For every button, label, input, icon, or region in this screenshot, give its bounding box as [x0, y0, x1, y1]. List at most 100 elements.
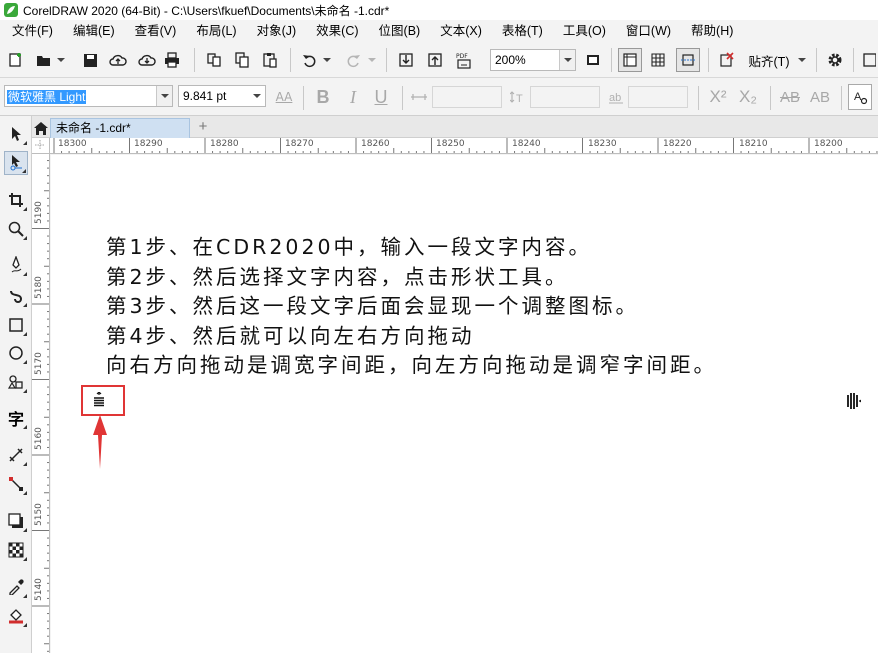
menu-bitmaps[interactable]: 位图(B) — [369, 20, 431, 42]
menu-layout[interactable]: 布局(L) — [186, 20, 246, 42]
chevron-down-icon[interactable] — [156, 86, 172, 106]
ruler-label: 5150 — [34, 503, 44, 526]
chevron-down-icon[interactable] — [559, 50, 575, 70]
chevron-down-icon[interactable] — [56, 54, 66, 66]
font-family-select[interactable]: 微软雅黑 Light — [4, 85, 173, 107]
copy-icon[interactable] — [232, 50, 252, 70]
text-line-5[interactable]: 向右方向拖动是调宽字间距，向左方向拖动是调窄字间距。 — [106, 351, 717, 381]
window-title: CorelDRAW 2020 (64-Bit) - C:\Users\fkuef… — [23, 3, 390, 18]
word-spacing-field[interactable] — [628, 86, 688, 108]
menu-file[interactable]: 文件(F) — [0, 20, 63, 42]
drop-shadow-icon[interactable] — [4, 509, 28, 533]
save-icon[interactable] — [80, 50, 100, 70]
connector-tool-icon[interactable] — [4, 472, 28, 496]
text-tool-icon[interactable]: 字 — [4, 406, 28, 430]
pick-tool-icon[interactable] — [4, 122, 28, 146]
menu-effects[interactable]: 效果(C) — [306, 20, 368, 42]
text-line-1[interactable]: 第1步、在CDR2020中，输入一段文字内容。 — [106, 233, 717, 263]
text-properties-icon[interactable]: A — [848, 84, 872, 110]
artistic-text-object[interactable]: 第1步、在CDR2020中，输入一段文字内容。 第2步、然后选择文字内容，点击形… — [106, 233, 717, 381]
superscript-button[interactable]: X² — [706, 86, 730, 108]
small-caps-button[interactable]: AB — [808, 86, 832, 108]
cloud-upload-icon[interactable] — [108, 50, 128, 70]
parallel-dimension-icon[interactable] — [4, 443, 28, 467]
redo-icon[interactable] — [343, 50, 363, 70]
cloud-download-icon[interactable] — [137, 50, 157, 70]
export-icon[interactable] — [425, 50, 445, 70]
toolbar-separator — [303, 86, 304, 110]
show-rulers-icon[interactable] — [618, 48, 642, 72]
chevron-down-icon[interactable] — [322, 54, 332, 66]
menu-view[interactable]: 查看(V) — [125, 20, 187, 42]
bold-button[interactable]: B — [312, 86, 334, 108]
artistic-media-icon[interactable] — [4, 284, 28, 308]
snap-to-button[interactable]: 贴齐(T) — [742, 50, 796, 70]
subscript-label: X₂ — [739, 87, 757, 106]
font-size-value: 9.841 pt — [183, 89, 227, 103]
ruler-label: 5170 — [34, 352, 44, 375]
ruler-label: 18220 — [663, 139, 692, 149]
add-tab-button[interactable]: + — [196, 119, 210, 134]
character-spacing-handle-icon[interactable] — [845, 392, 862, 410]
toolbar-separator — [194, 48, 195, 72]
font-size-select[interactable]: 9.841 pt — [178, 85, 266, 107]
char-spacing-field[interactable] — [432, 86, 502, 108]
subscript-button[interactable]: X₂ — [736, 86, 760, 108]
paste-icon[interactable] — [260, 50, 280, 70]
line-spacing-icon: T — [508, 88, 530, 106]
zoom-level-select[interactable]: 200% — [490, 49, 576, 71]
full-screen-preview-icon[interactable] — [583, 50, 603, 70]
shape-tool-icon[interactable] — [4, 151, 28, 175]
line-spacing-handle-icon[interactable] — [91, 391, 107, 408]
text-line-2[interactable]: 第2步、然后选择文字内容，点击形状工具。 — [106, 263, 717, 293]
launch-icon[interactable] — [860, 50, 878, 70]
publish-pdf-icon[interactable]: PDF — [454, 50, 476, 70]
crop-tool-icon[interactable] — [4, 188, 28, 212]
chevron-down-icon[interactable] — [797, 54, 807, 66]
print-icon[interactable] — [162, 50, 182, 70]
show-grid-icon[interactable] — [648, 50, 668, 70]
ruler-origin[interactable] — [32, 138, 50, 154]
line-spacing-field[interactable] — [530, 86, 600, 108]
menu-object[interactable]: 对象(J) — [247, 20, 307, 42]
gear-icon[interactable] — [824, 50, 846, 70]
menu-edit[interactable]: 编辑(E) — [63, 20, 125, 42]
freehand-tool-icon[interactable] — [4, 253, 28, 277]
ruler-label: 18240 — [512, 139, 541, 149]
chevron-down-icon[interactable] — [367, 54, 377, 66]
zoom-tool-icon[interactable] — [4, 217, 28, 241]
tab-document[interactable]: 未命名 -1.cdr* — [50, 118, 190, 138]
cut-icon[interactable] — [204, 50, 224, 70]
italic-button[interactable]: I — [342, 86, 364, 108]
new-document-icon[interactable] — [6, 50, 26, 70]
menu-help[interactable]: 帮助(H) — [681, 20, 743, 42]
fill-tool-icon[interactable] — [4, 604, 28, 628]
rectangle-tool-icon[interactable] — [4, 313, 28, 337]
eyedropper-icon[interactable] — [4, 575, 28, 599]
snap-off-icon[interactable] — [716, 50, 736, 70]
menu-text[interactable]: 文本(X) — [430, 20, 492, 42]
drawing-canvas[interactable]: 第1步、在CDR2020中，输入一段文字内容。 第2步、然后选择文字内容，点击形… — [51, 155, 878, 653]
horizontal-ruler[interactable]: 18300 18290 18280 18270 18260 18250 1824… — [50, 138, 878, 154]
menu-table[interactable]: 表格(T) — [492, 20, 553, 42]
font-list-options-icon[interactable]: AA — [272, 86, 296, 108]
transparency-icon[interactable] — [4, 538, 28, 562]
home-icon[interactable] — [32, 118, 50, 138]
all-caps-button[interactable]: AB — [778, 86, 802, 108]
text-line-4[interactable]: 第4步、然后就可以向左右方向拖动 — [106, 322, 717, 352]
ellipse-tool-icon[interactable] — [4, 341, 28, 365]
underline-button[interactable]: U — [370, 86, 392, 108]
svg-text:T: T — [516, 93, 523, 104]
ruler-label: 18290 — [134, 139, 163, 149]
vertical-ruler[interactable]: 5190 5180 5170 5160 5150 5140 — [32, 154, 50, 653]
char-spacing-icon — [408, 88, 430, 106]
import-icon[interactable] — [396, 50, 416, 70]
undo-icon[interactable] — [300, 50, 320, 70]
menu-tools[interactable]: 工具(O) — [553, 20, 616, 42]
chevron-down-icon[interactable] — [249, 86, 265, 106]
menu-window[interactable]: 窗口(W) — [616, 20, 681, 42]
show-guidelines-icon[interactable] — [676, 48, 700, 72]
text-line-3[interactable]: 第3步、然后这一段文字后面会显现一个调整图标。 — [106, 292, 717, 322]
open-folder-icon[interactable] — [34, 50, 54, 70]
polygon-tool-icon[interactable] — [4, 370, 28, 394]
